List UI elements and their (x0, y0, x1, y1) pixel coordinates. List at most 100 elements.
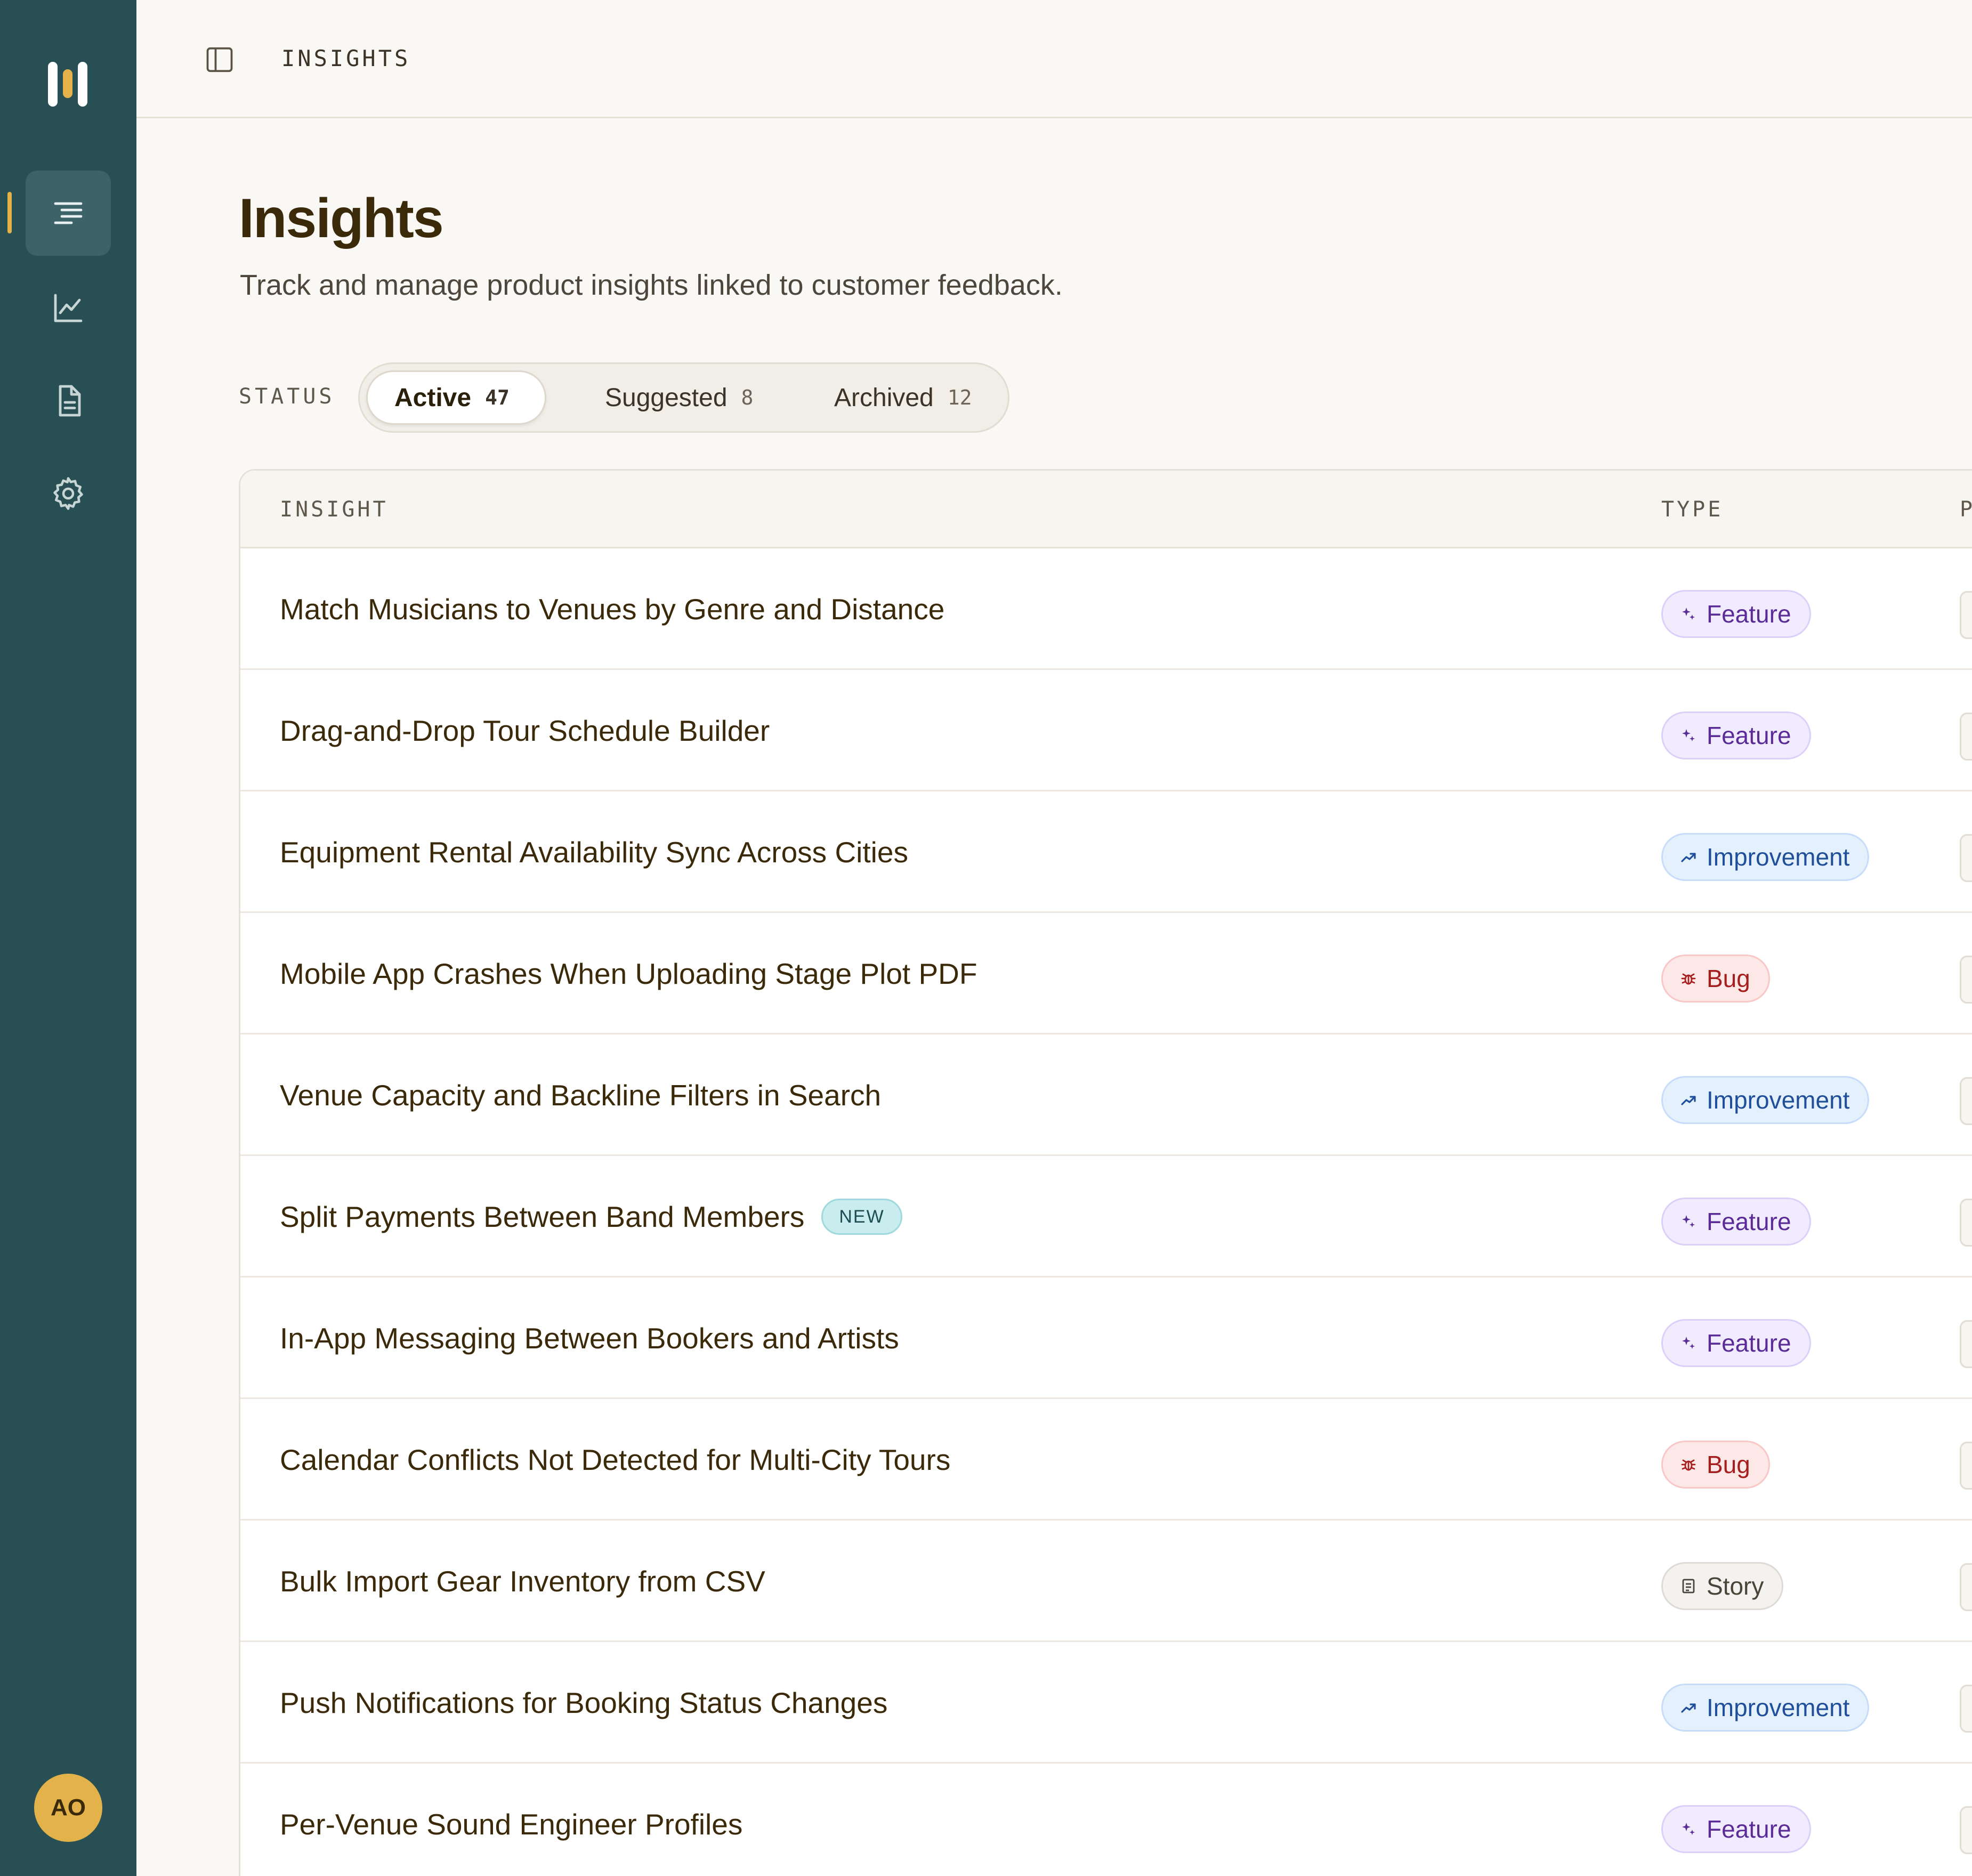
line-chart-icon (54, 294, 83, 322)
tab-count: 12 (947, 386, 972, 409)
trend-up-icon (1681, 1703, 1696, 1713)
type-badge[interactable]: Bug (1661, 955, 1770, 1002)
table-row[interactable]: Per-Venue Sound Engineer Profiles Feature (240, 1764, 1972, 1876)
priority-cell[interactable] (1960, 956, 1972, 1004)
insight-title-cell[interactable]: Push Notifications for Booking Status Ch… (280, 1685, 887, 1721)
type-label: Feature (1707, 1329, 1791, 1357)
table-row[interactable]: Mobile App Crashes When Uploading Stage … (240, 913, 1972, 1034)
insight-title-cell[interactable]: Bulk Import Gear Inventory from CSV (280, 1563, 765, 1599)
insight-title-cell[interactable]: Drag-and-Drop Tour Schedule Builder (280, 713, 770, 749)
insight-title-cell[interactable]: Mobile App Crashes When Uploading Stage … (280, 956, 977, 992)
insight-title[interactable]: Mobile App Crashes When Uploading Stage … (280, 956, 977, 992)
type-badge[interactable]: Feature (1661, 1319, 1811, 1367)
sidebar-item-analytics[interactable] (26, 265, 111, 351)
insight-title-cell[interactable]: In-App Messaging Between Bookers and Art… (280, 1320, 899, 1356)
type-badge[interactable]: Improvement (1661, 833, 1870, 881)
type-label: Improvement (1707, 1694, 1850, 1721)
type-badge[interactable]: Feature (1661, 1198, 1811, 1246)
insight-title-cell[interactable]: Calendar Conflicts Not Detected for Mult… (280, 1442, 950, 1478)
insight-title-cell[interactable]: Per-Venue Sound Engineer Profiles (280, 1806, 742, 1842)
type-badge[interactable]: Bug (1661, 1441, 1770, 1489)
sidebar-item-settings[interactable] (26, 451, 111, 536)
priority-cell[interactable] (1960, 713, 1972, 761)
insight-title[interactable]: Match Musicians to Venues by Genre and D… (280, 591, 944, 627)
tab-active[interactable]: Active 47 (366, 370, 546, 425)
tab-suggested[interactable]: Suggested 8 (584, 370, 774, 425)
type-label: Bug (1707, 965, 1750, 992)
column-header-type[interactable]: TYPE (1661, 495, 1723, 524)
sparkle-icon (1682, 608, 1695, 620)
priority-cell[interactable] (1960, 591, 1972, 639)
sidebar-toggle-icon[interactable] (204, 44, 236, 76)
status-segmented-control: Active 47 Suggested 8 Archived 12 (358, 362, 1009, 433)
table-row[interactable]: Calendar Conflicts Not Detected for Mult… (240, 1399, 1972, 1521)
type-label: Feature (1707, 1208, 1791, 1235)
bug-icon (1681, 973, 1696, 985)
tab-label: Archived (834, 383, 934, 412)
priority-cell[interactable] (1960, 1685, 1972, 1733)
priority-cell[interactable] (1960, 1563, 1972, 1611)
priority-cell[interactable] (1960, 1077, 1972, 1125)
insight-title[interactable]: Push Notifications for Booking Status Ch… (280, 1685, 887, 1721)
table-header: INSIGHT TYPE P (240, 471, 1972, 548)
table-row[interactable]: Venue Capacity and Backline Filters in S… (240, 1034, 1972, 1156)
type-badge[interactable]: Improvement (1661, 1684, 1870, 1732)
gear-icon (53, 477, 83, 510)
sparkle-icon (1682, 1823, 1695, 1835)
tab-archived[interactable]: Archived 12 (813, 370, 993, 425)
priority-cell[interactable] (1960, 1806, 1972, 1854)
column-header-insight[interactable]: INSIGHT (280, 495, 389, 524)
page-subtitle: Track and manage product insights linked… (240, 269, 1063, 301)
insight-title-cell[interactable]: Equipment Rental Availability Sync Acros… (280, 834, 908, 870)
priority-cell[interactable] (1960, 1442, 1972, 1490)
type-label: Feature (1707, 1815, 1791, 1843)
type-badge[interactable]: Feature (1661, 711, 1811, 759)
table-row[interactable]: Split Payments Between Band Members NEW Fe… (240, 1156, 1972, 1277)
priority-cell[interactable] (1960, 834, 1972, 882)
table-row[interactable]: Match Musicians to Venues by Genre and D… (240, 548, 1972, 670)
priority-cell[interactable] (1960, 1320, 1972, 1368)
insight-title[interactable]: Venue Capacity and Backline Filters in S… (280, 1077, 881, 1113)
sparkle-icon (1682, 729, 1695, 741)
sidebar-item-documents[interactable] (26, 358, 111, 443)
new-badge: NEW (821, 1199, 902, 1235)
tab-count: 47 (485, 386, 510, 409)
insight-title[interactable]: Split Payments Between Band Members (280, 1199, 804, 1235)
insight-title-cell[interactable]: Venue Capacity and Backline Filters in S… (280, 1077, 881, 1113)
column-header-priority[interactable]: P (1960, 495, 1972, 524)
insight-title-cell[interactable]: Split Payments Between Band Members NEW (280, 1199, 902, 1235)
breadcrumb[interactable]: INSIGHTS (281, 44, 410, 74)
insight-title[interactable]: Drag-and-Drop Tour Schedule Builder (280, 713, 770, 749)
table-row[interactable]: Bulk Import Gear Inventory from CSV Story (240, 1521, 1972, 1642)
table-row[interactable]: Drag-and-Drop Tour Schedule Builder Featu… (240, 670, 1972, 791)
sparkle-icon (1682, 1215, 1695, 1227)
trend-up-icon (1681, 853, 1696, 862)
type-badge[interactable]: Improvement (1661, 1076, 1870, 1124)
active-nav-indicator (7, 192, 12, 233)
insight-title-cell[interactable]: Match Musicians to Venues by Genre and D… (280, 591, 944, 627)
type-label: Improvement (1707, 843, 1850, 871)
insight-title[interactable]: Bulk Import Gear Inventory from CSV (280, 1563, 765, 1599)
type-badge[interactable]: Story (1661, 1562, 1784, 1610)
insight-title[interactable]: In-App Messaging Between Bookers and Art… (280, 1320, 899, 1356)
page-title: Insights (239, 188, 444, 249)
type-label: Feature (1707, 600, 1791, 628)
insight-title[interactable]: Per-Venue Sound Engineer Profiles (280, 1806, 742, 1842)
priority-cell[interactable] (1960, 1199, 1972, 1247)
type-badge[interactable]: Feature (1661, 590, 1811, 638)
table-row[interactable]: Equipment Rental Availability Sync Acros… (240, 791, 1972, 913)
sidebar-item-insights[interactable] (26, 171, 111, 256)
user-avatar[interactable]: AO (34, 1774, 102, 1842)
app-logo[interactable] (47, 60, 90, 109)
status-filter-label: STATUS (239, 384, 335, 409)
table-row[interactable]: In-App Messaging Between Bookers and Art… (240, 1277, 1972, 1399)
type-label: Feature (1707, 722, 1791, 749)
insight-title[interactable]: Equipment Rental Availability Sync Acros… (280, 834, 908, 870)
type-label: Story (1707, 1572, 1764, 1600)
type-badge[interactable]: Feature (1661, 1805, 1811, 1853)
table-row[interactable]: Push Notifications for Booking Status Ch… (240, 1642, 1972, 1764)
sparkle-icon (1682, 1337, 1695, 1349)
insight-title[interactable]: Calendar Conflicts Not Detected for Mult… (280, 1442, 950, 1478)
sidebar: AO (0, 0, 136, 1876)
type-label: Bug (1707, 1451, 1750, 1478)
